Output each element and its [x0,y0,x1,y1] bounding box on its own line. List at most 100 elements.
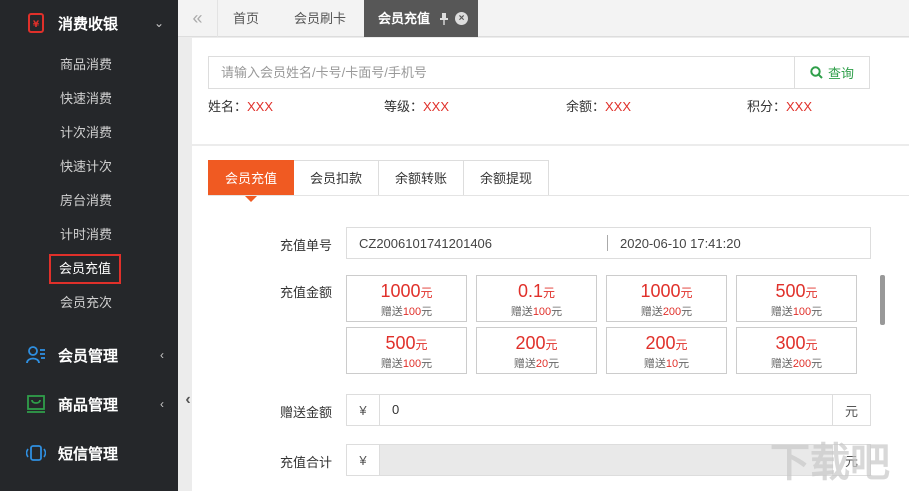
divider [607,235,608,251]
amount-option[interactable]: 1000元 赠送200元 [606,275,727,322]
tab-scroll-left-button[interactable]: « [178,0,218,37]
amount-value: 200 [515,333,546,353]
sidebar-item-room-consume[interactable]: 房台消费 [0,184,178,218]
tab-member-recharge-form[interactable]: 会员充值 [208,160,295,202]
sidebar-section-member[interactable]: 会员管理 ‹ [0,332,178,378]
member-icon [26,345,46,365]
sidebar: ¥ 消费收银 ⌄ 商品消费 快速消费 计次消费 快速计次 房台消费 计时消费 会… [0,0,178,491]
member-level-info: 等级：XXX [384,96,449,115]
sidebar-section-label: 商品管理 [58,396,119,414]
recharge-total-input [380,445,832,475]
gift-value: 10 [665,358,679,370]
member-level-value: XXX [423,99,450,114]
sidebar-section-goods[interactable]: 商品管理 ‹ [0,381,178,427]
gift-value: 200 [662,306,682,318]
amount-option[interactable]: 1000元 赠送100元 [346,275,467,322]
recharge-total-label: 充值合计 [280,455,333,470]
sidebar-item-label: 商品消费 [60,57,113,72]
sidebar-item-member-recharge-count[interactable]: 会员充次 [0,286,178,320]
sidebar-item-quick-consume[interactable]: 快速消费 [0,82,178,116]
gift-amount-label: 赠送金额 [280,405,333,420]
gift-unit: 元 [681,306,693,318]
amount-option[interactable]: 500元 赠送100元 [346,327,467,374]
order-time-value: 2020-06-10 17:41:20 [620,235,741,251]
amount-unit: 元 [805,286,818,300]
amount-value: 0.1 [517,281,543,301]
sidebar-section-label: 消费收银 [58,15,119,33]
gift-unit: 元 [548,358,560,370]
currency-symbol: ¥ [347,445,380,475]
currency-symbol: ¥ [347,395,380,425]
amount-unit: 元 [415,338,428,352]
amount-scrollbar[interactable] [880,275,885,325]
tab-balance-withdraw[interactable]: 余额提现 [464,160,550,196]
sidebar-section-label: 会员管理 [58,347,119,365]
tab-member-deduct[interactable]: 会员扣款 [294,160,380,196]
sidebar-item-timed-consume[interactable]: 计时消费 [0,218,178,252]
gift-prefix: 赠送 [643,358,666,370]
search-input[interactable] [209,57,794,88]
amount-option[interactable]: 500元 赠送100元 [736,275,857,322]
tab-member-card[interactable]: 会员刷卡 [278,0,362,37]
divider [208,195,909,196]
gift-prefix: 赠送 [640,306,663,318]
sidebar-item-count-consume[interactable]: 计次消费 [0,116,178,150]
search-box: 查询 [208,56,870,89]
search-button[interactable]: 查询 [794,57,869,88]
sidebar-item-goods-consume[interactable]: 商品消费 [0,48,178,82]
sidebar-item-quick-count[interactable]: 快速计次 [0,150,178,184]
pin-icon[interactable] [440,0,448,41]
tab-bar: « 首页 会员刷卡 会员充值 × [178,0,909,37]
gift-prefix: 赠送 [513,358,536,370]
cashier-icon: ¥ [26,13,46,33]
gift-unit: 元 [811,306,823,318]
order-number-label: 充值单号 [280,238,333,253]
search-button-label: 查询 [827,66,854,81]
sidebar-item-label: 计次消费 [60,125,113,140]
tab-label: 会员充值 [378,11,431,26]
amount-unit: 元 [805,338,818,352]
gift-unit: 元 [811,358,823,370]
sidebar-section-consume[interactable]: ¥ 消费收银 ⌄ [0,0,178,46]
amount-value: 1000 [380,281,421,301]
chevron-left-icon: ‹ [160,348,164,362]
gift-prefix: 赠送 [380,306,403,318]
member-name-info: 姓名：XXX [208,96,273,115]
gift-amount-input[interactable]: 0 [380,395,832,425]
tab-member-recharge[interactable]: 会员充值 × [364,0,478,37]
order-number-field: CZ2006101741201406 2020-06-10 17:41:20 [346,227,871,259]
member-name-value: XXX [247,99,274,114]
amount-value: 500 [385,333,416,353]
gift-prefix: 赠送 [770,306,793,318]
sidebar-item-label: 会员充值 [49,254,122,284]
sidebar-item-label: 计时消费 [60,227,113,242]
chevron-down-icon: ⌄ [153,16,164,30]
sidebar-section-label: 短信管理 [58,445,119,463]
gift-unit: 元 [421,358,433,370]
sidebar-item-label: 会员充次 [60,295,113,310]
amount-option[interactable]: 200元 赠送10元 [606,327,727,374]
gift-value: 100 [402,306,422,318]
amount-unit: 元 [543,286,556,300]
close-icon[interactable]: × [455,12,468,25]
sidebar-item-label: 快速消费 [60,91,113,106]
member-balance-value: XXX [605,99,632,114]
tab-balance-transfer[interactable]: 余额转账 [379,160,465,196]
svg-text:¥: ¥ [33,20,40,30]
member-points-info: 积分：XXX [747,96,812,115]
amount-option[interactable]: 0.1元 赠送100元 [476,275,597,322]
sidebar-item-label: 快速计次 [60,159,113,174]
gift-value: 100 [402,358,422,370]
collapse-sidebar-button[interactable]: ‹ [179,385,197,415]
amount-value: 300 [775,333,806,353]
member-level-label: 等级： [384,99,424,114]
sidebar-item-member-recharge[interactable]: 会员充值 [0,252,178,286]
amount-option[interactable]: 200元 赠送20元 [476,327,597,374]
chevron-left-icon: ‹ [160,397,164,411]
member-name-label: 姓名： [208,99,248,114]
tab-home[interactable]: 首页 [220,0,272,37]
gift-unit: 元 [551,306,563,318]
gift-value: 100 [792,306,812,318]
amount-option[interactable]: 300元 赠送200元 [736,327,857,374]
sidebar-section-sms[interactable]: 短信管理 [0,430,178,476]
